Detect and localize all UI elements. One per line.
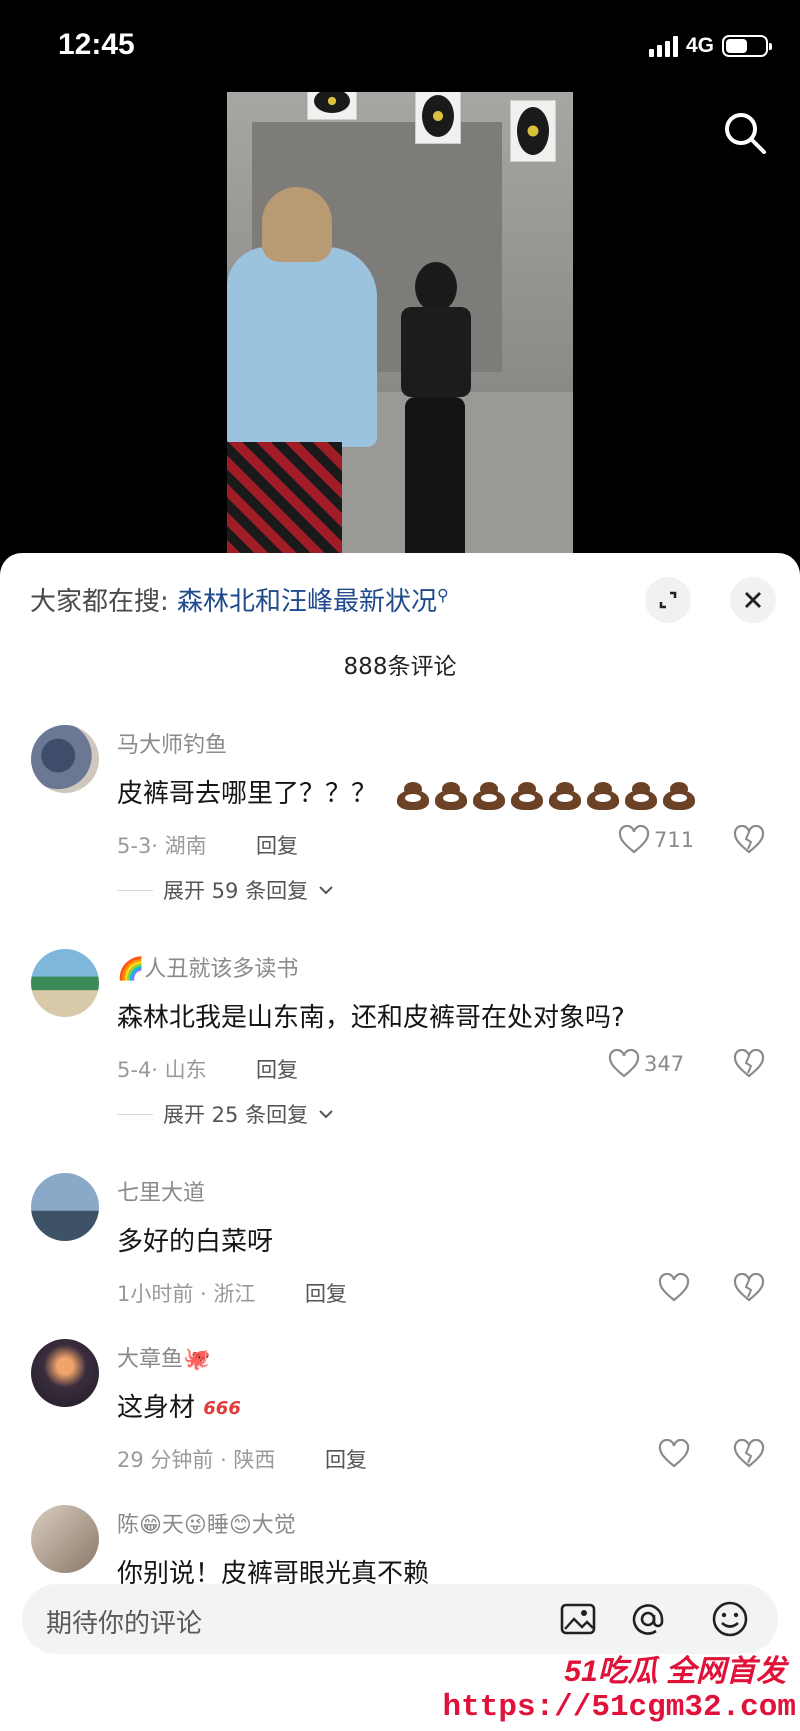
comment-text: 多好的白菜呀 [117,1227,274,1257]
dislike-button[interactable] [733,824,765,859]
poop-emoji-icon [397,780,430,810]
broken-heart-icon [733,1048,765,1078]
avatar[interactable] [31,1505,99,1573]
trending-search-label: 大家都在搜: [30,587,169,617]
chevron-down-icon [319,1110,333,1119]
comment-text: 皮裤哥去哪里了？？？ [117,773,696,810]
status-time: 12:45 [58,28,135,61]
avatar[interactable] [31,949,99,1017]
network-type: 4G [685,34,714,57]
like-count: 711 [654,828,695,852]
comment-username[interactable]: 🌈人丑就该多读书 [117,951,298,983]
sheet-header: 大家都在搜: 森林北和汪峰最新状况⚲ 888条评论 [0,553,800,693]
comment-meta: 29 分钟前 · 陕西 [117,1448,276,1472]
comment-meta: 5-4· 山东 [117,1058,207,1082]
comment-count: 888条评论 [343,654,457,680]
target-board [510,100,556,162]
comment-meta: 1小时前 · 浙江 [117,1282,256,1306]
poop-emoji-icon [473,780,506,810]
like-button[interactable]: 347 [608,1049,684,1079]
avatar[interactable] [31,1173,99,1241]
dislike-button[interactable] [733,1048,765,1083]
at-icon[interactable] [627,1598,669,1640]
video-person [387,262,487,554]
poop-emoji-icon [511,780,544,810]
poop-emoji-row [397,780,696,810]
comment-input-placeholder[interactable]: 期待你的评论 [46,1603,202,1640]
heart-icon [658,1273,690,1302]
reply-button[interactable]: 回复 [305,1278,347,1308]
video-person [227,187,387,554]
expand-replies[interactable]: 展开 59 条回复 [117,875,334,905]
avatar[interactable] [31,725,99,793]
comment-sheet: 大家都在搜: 森林北和汪峰最新状况⚲ 888条评论 马大师钓鱼 皮裤哥去哪里了？… [0,553,800,1731]
comment-username[interactable]: 大章鱼🐙 [117,1341,210,1373]
reply-button[interactable]: 回复 [325,1444,367,1474]
status-bar: 12:45 4G [0,0,800,92]
heart-icon [608,1049,640,1078]
heart-icon [618,825,650,854]
video-player[interactable] [227,92,573,554]
divider [117,889,153,891]
expand-replies-label: 展开 25 条回复 [163,1103,309,1127]
expand-replies-label: 展开 59 条回复 [163,879,309,903]
comment-username[interactable]: 七里大道 [117,1175,205,1207]
expand-button[interactable] [645,577,691,623]
search-icon[interactable] [722,110,768,156]
status-indicators: 4G [648,34,772,58]
comment-text: 森林北我是山东南，还和皮裤哥在处对象吗? [117,1003,625,1033]
reply-button[interactable]: 回复 [256,830,298,860]
expand-replies[interactable]: 展开 25 条回复 [117,1099,334,1129]
comment-badge: 666 [203,1398,241,1419]
watermark: 51吃瓜 全网首发 https://51cgm32.com [443,1640,800,1731]
comment-text: 这身材 666 [117,1387,241,1424]
comment-meta: 5-3· 湖南 [117,834,207,858]
poop-emoji-icon [435,780,468,810]
like-button[interactable]: 711 [618,825,694,855]
like-button[interactable] [658,1439,690,1469]
comment-username[interactable]: 马大师钓鱼 [117,727,227,759]
heart-icon [658,1439,690,1468]
poop-emoji-icon [625,780,658,810]
broken-heart-icon [733,824,765,854]
broken-heart-icon [733,1272,765,1302]
dislike-button[interactable] [733,1438,765,1473]
reply-button[interactable]: 回复 [256,1054,298,1084]
expand-icon [659,591,677,609]
watermark-url: https://51cgm32.com [442,1690,796,1725]
poop-emoji-icon [663,780,696,810]
avatar[interactable] [31,1339,99,1407]
battery-icon [722,35,772,57]
trending-search-term[interactable]: 森林北和汪峰最新状况 [177,587,437,617]
poop-emoji-icon [587,780,620,810]
broken-heart-icon [733,1438,765,1468]
target-board [415,92,461,144]
image-icon[interactable] [557,1598,599,1640]
trending-search[interactable]: 大家都在搜: 森林北和汪峰最新状况⚲ [30,581,449,618]
dislike-button[interactable] [733,1272,765,1307]
comment-item: 陈😁天😜睡😊大觉 你别说！皮裤哥眼光真不赖 [0,1505,800,1585]
like-button[interactable] [658,1273,690,1303]
poop-emoji-icon [549,780,582,810]
emoji-icon[interactable] [709,1598,751,1640]
chevron-down-icon [319,886,333,895]
signal-icon [648,35,678,57]
comment-text-body: 这身材 [117,1393,196,1423]
watermark-title: 51吃瓜 全网首发 [564,1655,786,1688]
close-button[interactable] [730,577,776,623]
comment-username[interactable]: 陈😁天😜睡😊大觉 [117,1507,296,1539]
comment-text-body: 皮裤哥去哪里了？？？ [117,779,378,809]
search-icon: ⚲ [437,585,449,605]
like-count: 347 [644,1052,685,1076]
close-icon [745,592,761,608]
divider [117,1113,153,1115]
target-board [307,92,357,120]
comment-text: 你别说！皮裤哥眼光真不赖 [117,1559,430,1585]
